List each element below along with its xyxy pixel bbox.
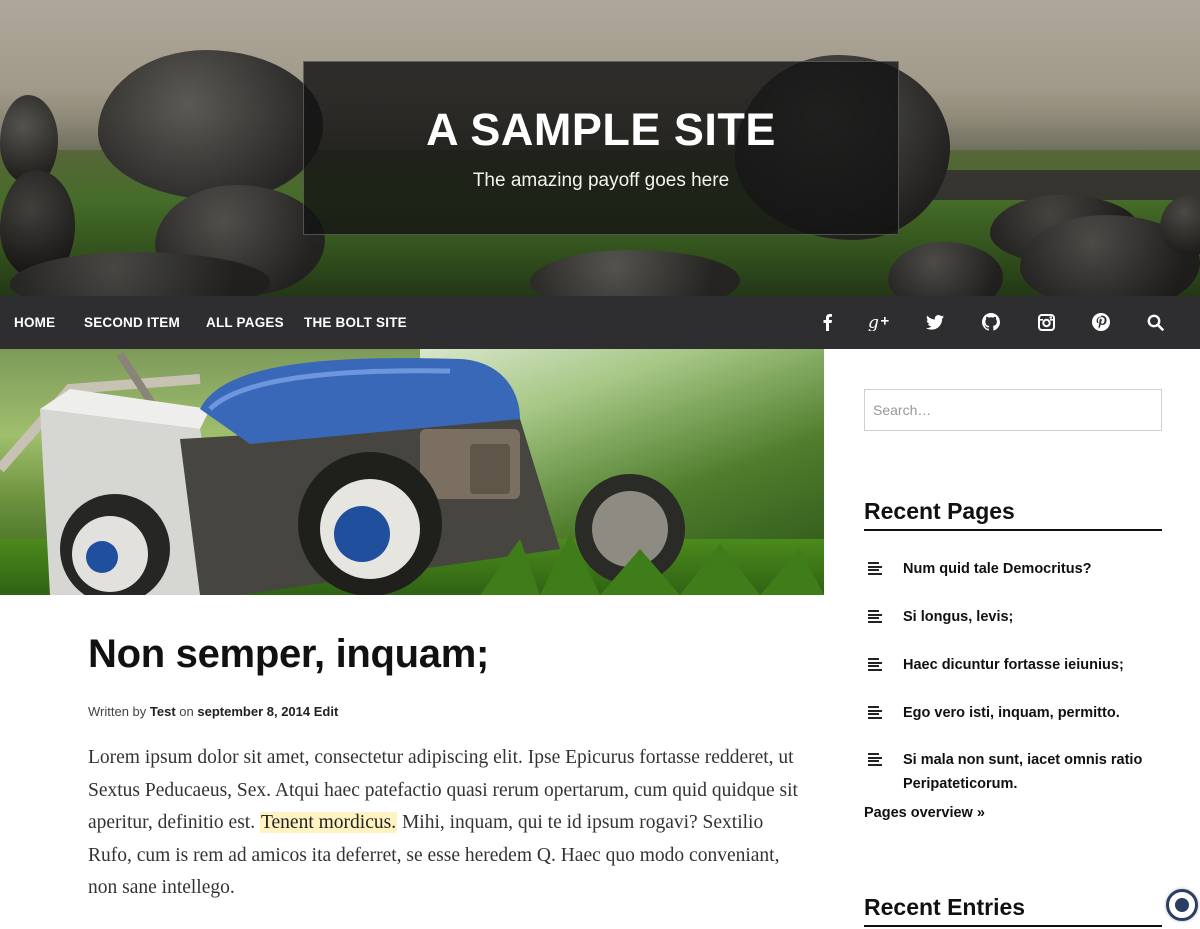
recent-page-item[interactable]: Si longus, levis; xyxy=(864,605,1162,629)
facebook-icon[interactable] xyxy=(814,309,840,335)
site-header: A SAMPLE SITE The amazing payoff goes he… xyxy=(0,0,1200,296)
recent-page-link[interactable]: Haec dicuntur fortasse ieiunius; xyxy=(903,653,1158,677)
nav-item-all-pages[interactable]: ALL PAGES xyxy=(206,296,284,349)
meta-written-by: Written by xyxy=(88,704,147,719)
nav-item-second-item[interactable]: SECOND ITEM xyxy=(84,296,180,349)
meta-author-link[interactable]: Test xyxy=(150,704,176,719)
page-lines-icon xyxy=(868,753,882,766)
recent-page-link[interactable]: Num quid tale Democritus? xyxy=(903,557,1158,581)
recent-entries-title: Recent Entries xyxy=(864,894,1162,927)
pages-overview-link[interactable]: Pages overview » xyxy=(864,805,985,821)
recent-page-link[interactable]: Si longus, levis; xyxy=(903,605,1158,629)
search-icon[interactable] xyxy=(1142,309,1168,335)
instagram-icon[interactable] xyxy=(1033,309,1059,335)
google-plus-icon[interactable]: g xyxy=(866,309,892,335)
post-body: Lorem ipsum dolor sit amet, consectetur … xyxy=(88,742,798,905)
page-lines-icon xyxy=(868,610,882,623)
post-meta: Written by Test on september 8, 2014 Edi… xyxy=(88,704,338,719)
recent-page-link[interactable]: Ego vero isti, inquam, permitto. xyxy=(903,701,1158,725)
sidebar-search-input[interactable] xyxy=(864,389,1162,431)
recent-page-item[interactable]: Ego vero isti, inquam, permitto. xyxy=(864,701,1162,725)
featured-image xyxy=(0,349,824,595)
page-lines-icon xyxy=(868,658,882,671)
recent-page-link[interactable]: Si mala non sunt, iacet omnis ratio Peri… xyxy=(903,748,1158,796)
recent-page-item[interactable]: Haec dicuntur fortasse ieiunius; xyxy=(864,653,1162,677)
nav-item-the-bolt-site[interactable]: THE BOLT SITE xyxy=(304,296,407,349)
meta-on: on xyxy=(179,704,194,719)
site-branding: A SAMPLE SITE The amazing payoff goes he… xyxy=(303,61,899,235)
main-navigation: HOME SECOND ITEM ALL PAGES THE BOLT SITE… xyxy=(0,296,1200,349)
svg-text:g: g xyxy=(868,313,879,331)
circle-dot-icon xyxy=(1175,898,1189,912)
nav-item-home[interactable]: HOME xyxy=(14,296,55,349)
post-body-highlight: Tenent mordicus. xyxy=(259,812,398,833)
site-tagline: The amazing payoff goes here xyxy=(472,170,730,191)
post-title[interactable]: Non semper, inquam; xyxy=(88,632,489,677)
recent-page-item[interactable]: Num quid tale Democritus? xyxy=(864,557,1162,581)
recent-page-item[interactable]: Si mala non sunt, iacet omnis ratio Peri… xyxy=(864,748,1162,796)
page-lines-icon xyxy=(868,706,882,719)
pinterest-icon[interactable] xyxy=(1088,309,1114,335)
recent-pages-title: Recent Pages xyxy=(864,498,1162,531)
twitter-icon[interactable] xyxy=(922,309,948,335)
floating-widget-button[interactable] xyxy=(1166,889,1198,921)
edit-link[interactable]: Edit xyxy=(314,704,339,719)
meta-date-link[interactable]: september 8, 2014 xyxy=(197,704,310,719)
lawn-mower-illustration xyxy=(0,351,824,595)
github-icon[interactable] xyxy=(978,309,1004,335)
page-lines-icon xyxy=(868,562,882,575)
site-title[interactable]: A SAMPLE SITE xyxy=(304,104,898,156)
